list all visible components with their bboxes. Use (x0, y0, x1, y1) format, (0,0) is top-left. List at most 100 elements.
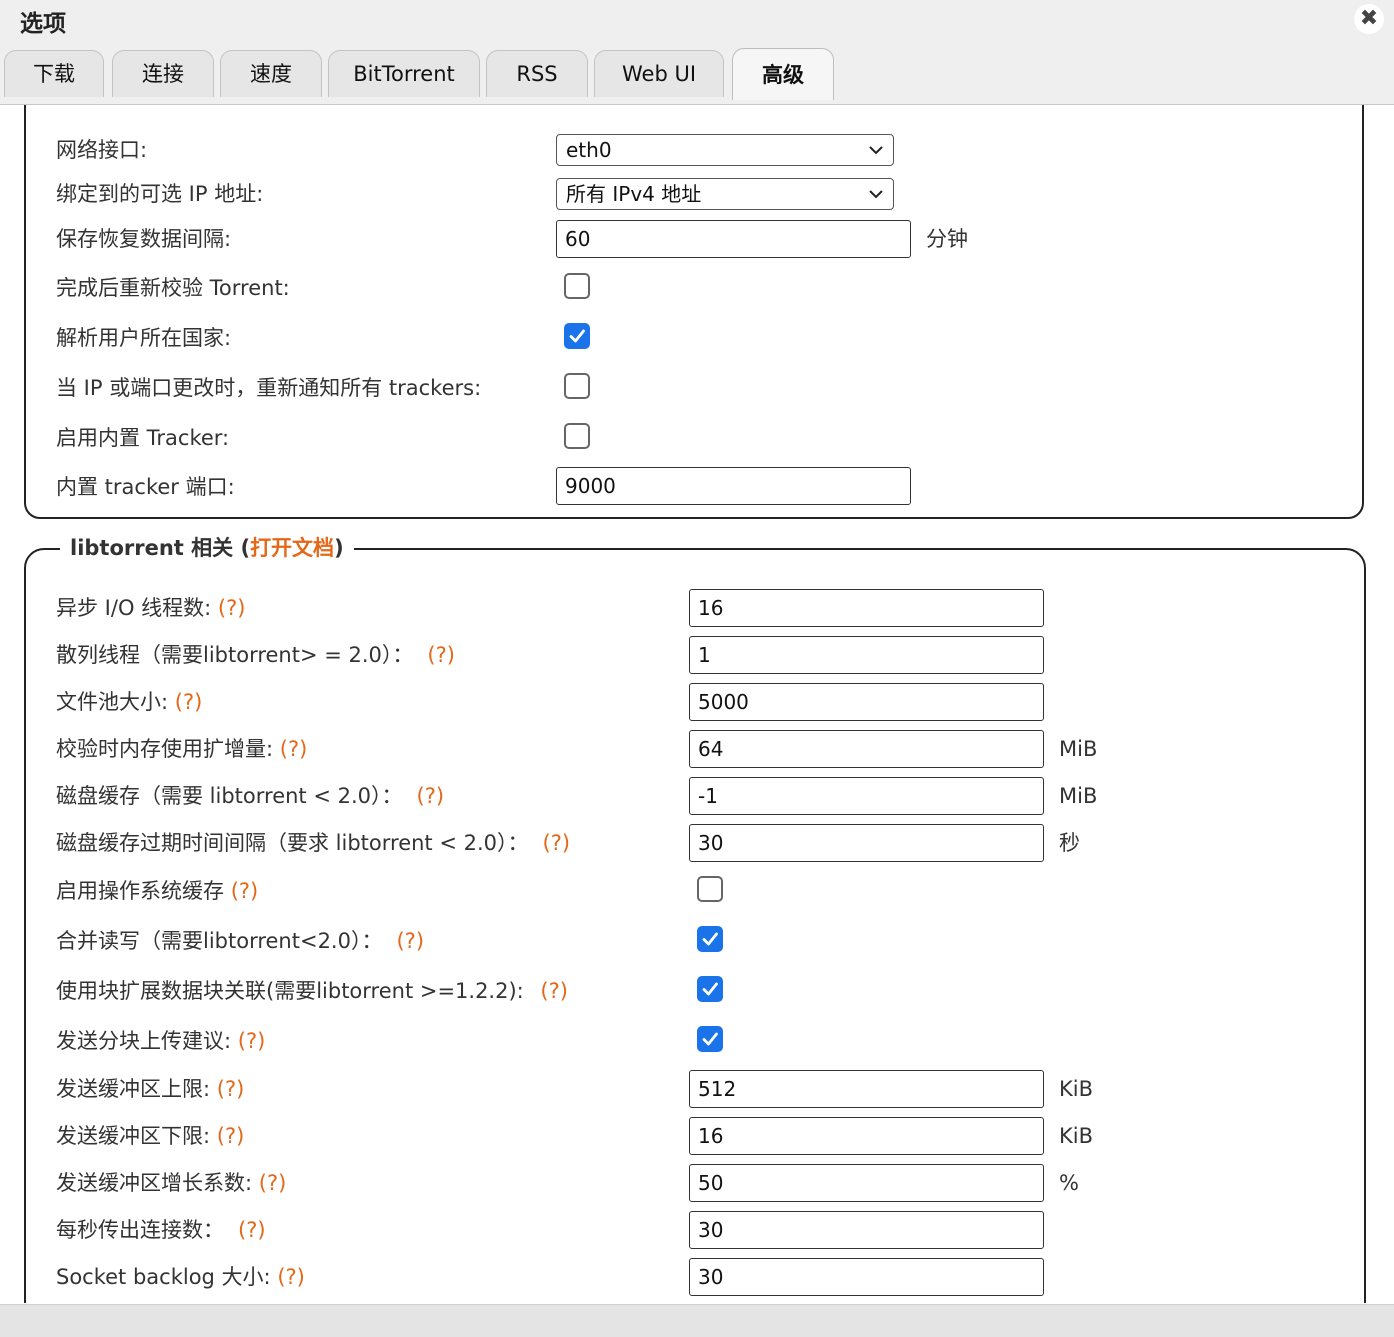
bind-ip-label: 绑定到的可选 IP 地址: (56, 182, 264, 206)
tab-bittorrent[interactable]: BitTorrent (328, 50, 480, 97)
help-link[interactable]: (?) (427, 643, 455, 667)
save-resume-interval-input[interactable]: 60 (556, 220, 911, 258)
help-link[interactable]: (?) (218, 596, 246, 620)
libtorrent-legend: libtorrent 相关 (打开文档) (60, 533, 354, 563)
checking-memory-label-text: 校验时内存使用扩增量: (56, 737, 280, 761)
help-link[interactable]: (?) (277, 1265, 305, 1289)
async-io-label: 异步 I/O 线程数: (?) (56, 593, 245, 623)
checkmark-icon (702, 1032, 718, 1046)
embedded-tracker-checkbox[interactable] (564, 423, 590, 449)
send-buffer-upper-unit: KiB (1059, 1077, 1094, 1101)
resolve-country-checkbox[interactable] (564, 323, 590, 349)
tab-advanced[interactable]: 高级 (732, 48, 834, 100)
help-link[interactable]: (?) (217, 1124, 245, 1148)
disk-cache-ttl-label-text: 磁盘缓存过期时间间隔（要求 libtorrent < 2.0）： (56, 831, 529, 855)
help-link[interactable]: (?) (238, 1029, 266, 1053)
options-content[interactable]: 网络接口: eth0 绑定到的可选 IP 地址: 所有 IPv4 地址 保存恢复… (0, 105, 1394, 1303)
help-link[interactable]: (?) (540, 979, 568, 1003)
checking-memory-label: 校验时内存使用扩增量: (?) (56, 734, 307, 764)
embedded-tracker-label: 启用内置 Tracker: (56, 426, 230, 450)
checkmark-icon (569, 329, 585, 343)
network-interface-select[interactable]: eth0 (556, 134, 894, 166)
checkmark-icon (702, 932, 718, 946)
chevron-down-icon (869, 146, 883, 155)
disk-cache-input[interactable]: -1 (689, 777, 1044, 815)
hashing-threads-label: 散列线程（需要libtorrent> = 2.0）： (?) (56, 640, 455, 670)
help-link[interactable]: (?) (238, 1218, 266, 1242)
network-interface-label: 网络接口: (56, 138, 148, 162)
send-buffer-upper-label: 发送缓冲区上限: (?) (56, 1074, 244, 1104)
help-link[interactable]: (?) (417, 784, 445, 808)
coalesce-rw-label: 合并读写（需要libtorrent<2.0）： (?) (56, 926, 424, 956)
suggest-mode-checkbox[interactable] (697, 1026, 723, 1052)
checking-memory-input[interactable]: 64 (689, 730, 1044, 768)
coalesce-rw-label-text: 合并读写（需要libtorrent<2.0）： (56, 929, 383, 953)
help-link[interactable]: (?) (217, 1077, 245, 1101)
disk-cache-label-text: 磁盘缓存（需要 libtorrent < 2.0）： (56, 784, 403, 808)
piece-extent-checkbox[interactable] (697, 976, 723, 1002)
open-docs-link[interactable]: 打开文档 (250, 536, 334, 560)
socket-backlog-label: Socket backlog 大小: (?) (56, 1262, 305, 1292)
window-title: 选项 (20, 11, 66, 37)
legend-suffix: ) (334, 536, 344, 560)
suggest-mode-label: 发送分块上传建议: (?) (56, 1026, 265, 1056)
help-link[interactable]: (?) (259, 1171, 287, 1195)
title-bar: 选项 ✖ (0, 0, 1394, 45)
file-pool-label: 文件池大小: (?) (56, 687, 202, 717)
file-pool-label-text: 文件池大小: (56, 690, 175, 714)
suggest-mode-label-text: 发送分块上传建议: (56, 1029, 238, 1053)
send-buffer-upper-input[interactable]: 512 (689, 1070, 1044, 1108)
save-resume-interval-label: 保存恢复数据间隔: (56, 227, 232, 251)
async-io-input[interactable]: 16 (689, 589, 1044, 627)
help-link[interactable]: (?) (175, 690, 203, 714)
outgoing-connections-input[interactable]: 30 (689, 1211, 1044, 1249)
send-buffer-lower-input[interactable]: 16 (689, 1117, 1044, 1155)
send-buffer-lower-unit: KiB (1059, 1124, 1094, 1148)
save-resume-interval-unit: 分钟 (926, 227, 968, 251)
socket-backlog-input[interactable]: 30 (689, 1258, 1044, 1296)
recheck-completion-checkbox[interactable] (564, 273, 590, 299)
outgoing-connections-label-text: 每秒传出连接数： (56, 1218, 224, 1242)
bind-ip-select[interactable]: 所有 IPv4 地址 (556, 178, 894, 210)
recheck-completion-label: 完成后重新校验 Torrent: (56, 276, 290, 300)
help-link[interactable]: (?) (231, 879, 259, 903)
tracker-port-input[interactable]: 9000 (556, 467, 911, 505)
chevron-down-icon (869, 190, 883, 199)
network-interface-value: eth0 (566, 138, 612, 162)
send-buffer-factor-label: 发送缓冲区增长系数: (?) (56, 1168, 286, 1198)
hashing-threads-label-text: 散列线程（需要libtorrent> = 2.0）： (56, 643, 414, 667)
disk-cache-ttl-input[interactable]: 30 (689, 824, 1044, 862)
tab-webui[interactable]: Web UI (594, 50, 724, 97)
resolve-country-label: 解析用户所在国家: (56, 326, 232, 350)
async-io-label-text: 异步 I/O 线程数: (56, 596, 218, 620)
tab-connection[interactable]: 连接 (112, 50, 214, 97)
tab-downloads[interactable]: 下载 (4, 50, 104, 97)
os-cache-label: 启用操作系统缓存 (?) (56, 876, 258, 906)
reannounce-checkbox[interactable] (564, 373, 590, 399)
send-buffer-upper-label-text: 发送缓冲区上限: (56, 1077, 217, 1101)
legend-prefix: libtorrent 相关 ( (70, 536, 251, 560)
dialog-footer (0, 1304, 1394, 1337)
help-link[interactable]: (?) (280, 737, 308, 761)
os-cache-label-text: 启用操作系统缓存 (56, 879, 231, 903)
socket-backlog-label-text: Socket backlog 大小: (56, 1265, 278, 1289)
os-cache-checkbox[interactable] (697, 876, 723, 902)
reannounce-label: 当 IP 或端口更改时，重新通知所有 trackers: (56, 376, 482, 400)
coalesce-rw-checkbox[interactable] (697, 926, 723, 952)
close-icon[interactable]: ✖ (1354, 4, 1384, 34)
checkmark-icon (702, 982, 718, 996)
outgoing-connections-label: 每秒传出连接数： (?) (56, 1215, 266, 1245)
tracker-port-label: 内置 tracker 端口: (56, 475, 235, 499)
hashing-threads-input[interactable]: 1 (689, 636, 1044, 674)
piece-extent-label-text: 使用块扩展数据块关联(需要libtorrent >=1.2.2): (56, 979, 531, 1003)
disk-cache-label: 磁盘缓存（需要 libtorrent < 2.0）： (?) (56, 781, 444, 811)
tab-speed[interactable]: 速度 (220, 50, 322, 97)
piece-extent-label: 使用块扩展数据块关联(需要libtorrent >=1.2.2): (?) (56, 976, 568, 1006)
send-buffer-factor-unit: % (1059, 1171, 1079, 1195)
help-link[interactable]: (?) (396, 929, 424, 953)
send-buffer-factor-input[interactable]: 50 (689, 1164, 1044, 1202)
disk-cache-ttl-unit: 秒 (1059, 831, 1080, 855)
file-pool-input[interactable]: 5000 (689, 683, 1044, 721)
help-link[interactable]: (?) (543, 831, 571, 855)
tab-rss[interactable]: RSS (486, 50, 588, 97)
